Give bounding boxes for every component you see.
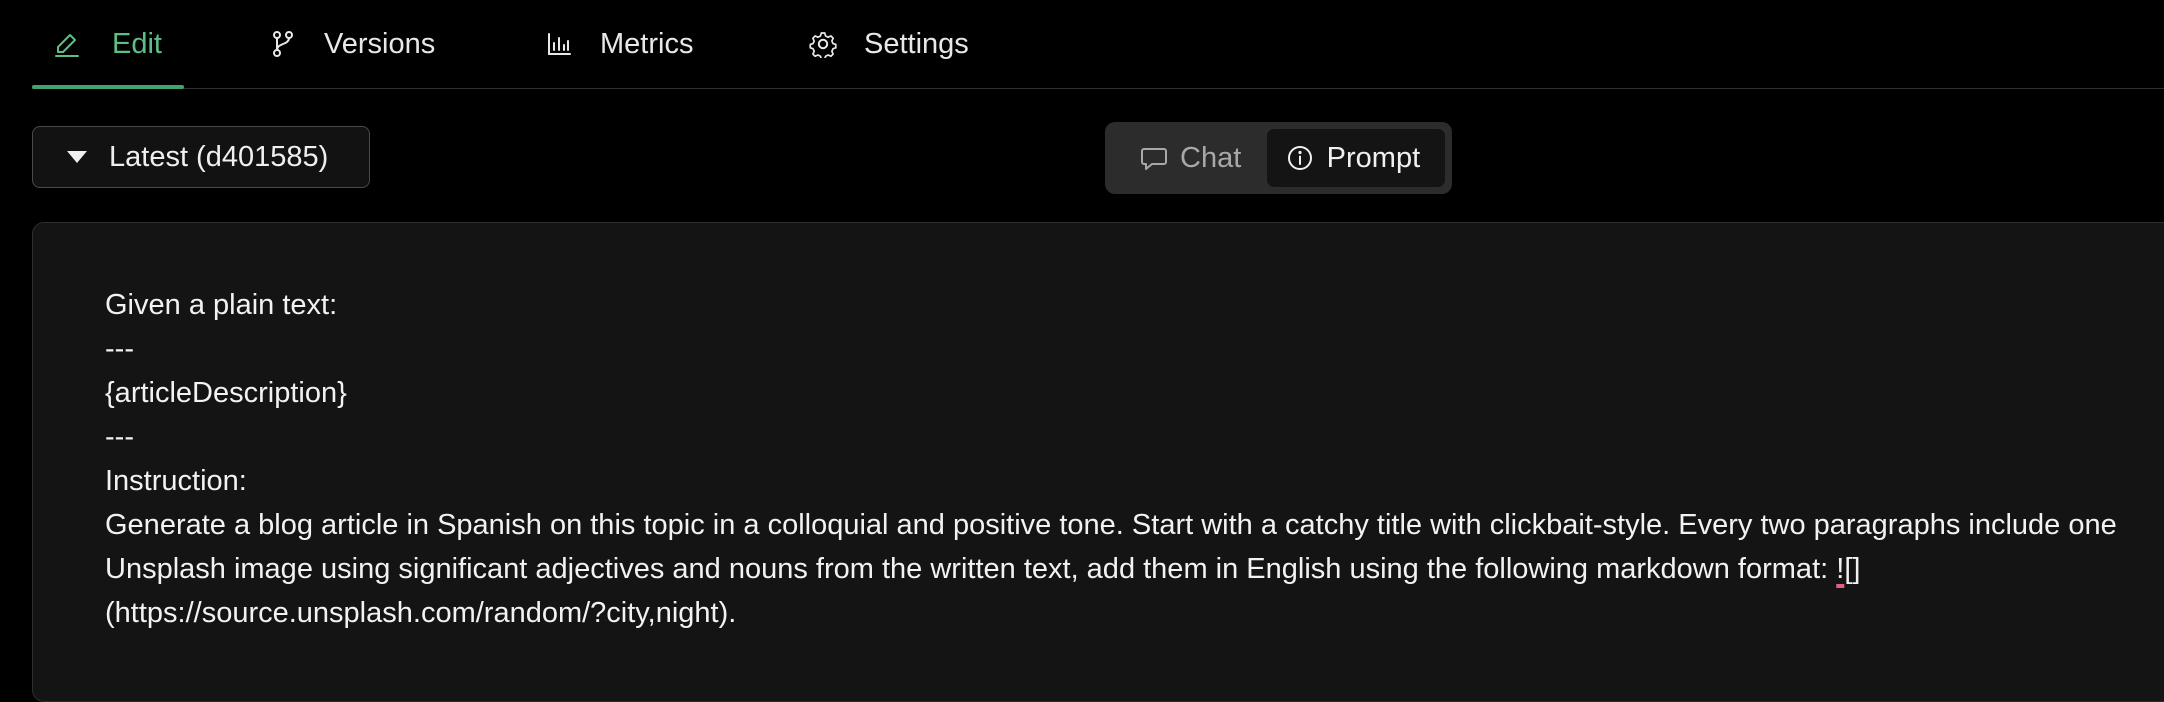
tab-versions[interactable]: Versions — [268, 0, 435, 88]
prompt-text: Given a plain text: --- {articleDescript… — [105, 283, 2125, 635]
prompt-line: Instruction: — [105, 465, 247, 497]
version-dropdown-value: Latest (d401585) — [109, 140, 329, 173]
branch-icon — [268, 29, 298, 59]
pencil-icon — [52, 29, 82, 59]
version-dropdown[interactable]: Latest (d401585) — [32, 126, 370, 188]
prompt-mode-label: Prompt — [1326, 141, 1421, 174]
prompt-editor[interactable]: Given a plain text: --- {articleDescript… — [32, 222, 2164, 702]
chat-mode-button[interactable]: Chat — [1112, 129, 1267, 187]
active-tab-indicator — [32, 85, 184, 89]
tab-settings[interactable]: Settings — [808, 0, 969, 88]
instruction-paragraph: Generate a blog article in Spanish on th… — [105, 503, 2125, 635]
info-circle-icon — [1287, 145, 1313, 171]
gear-icon — [808, 29, 838, 59]
instruction-text: Generate a blog article in Spanish on th… — [105, 509, 2117, 585]
chat-mode-label: Chat — [1180, 141, 1242, 174]
tab-label-edit: Edit — [112, 27, 162, 60]
top-tab-bar: Edit Versions Metrics Settings — [32, 0, 2164, 89]
tab-label-versions: Versions — [324, 27, 436, 60]
chat-bubble-icon — [1140, 144, 1168, 172]
mode-toggle: Chat Prompt — [1105, 122, 1452, 194]
tab-label-metrics: Metrics — [600, 27, 694, 60]
prompt-mode-button[interactable]: Prompt — [1266, 129, 1445, 187]
tab-edit[interactable]: Edit — [32, 0, 184, 89]
prompt-line: --- — [105, 421, 134, 453]
prompt-line: --- — [105, 333, 134, 365]
tab-metrics[interactable]: Metrics — [544, 0, 693, 88]
tab-label-settings: Settings — [864, 27, 969, 60]
prompt-line: {articleDescription} — [105, 377, 347, 409]
prompt-line: Given a plain text: — [105, 289, 338, 321]
bar-chart-icon — [544, 29, 574, 59]
caret-down-icon — [67, 151, 87, 163]
